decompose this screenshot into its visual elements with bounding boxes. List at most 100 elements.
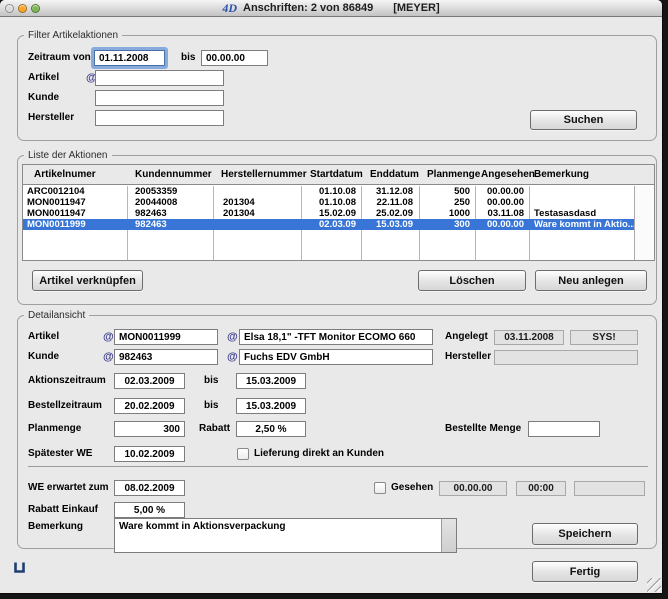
- zeitraum-von-input[interactable]: [94, 50, 165, 66]
- cell-artikelnumer: MON0011999: [23, 219, 127, 230]
- window-title: 4D Anschriften: 2 von 86849 [MEYER]: [0, 0, 662, 16]
- table-row[interactable]: MON0011947 20044008 201304 01.10.08 22.1…: [23, 197, 634, 208]
- detail-artikel-nr-input[interactable]: [114, 329, 218, 345]
- cell-bemerkung: [529, 186, 634, 197]
- bestellzeitraum-label: Bestellzeitraum: [28, 398, 102, 414]
- speichern-button[interactable]: Speichern: [532, 523, 638, 545]
- detail-hersteller-label: Hersteller: [445, 349, 491, 365]
- cell-kundennummer: 20053359: [127, 186, 213, 197]
- table-row[interactable]: MON0011947 982463 201304 15.02.09 25.02.…: [23, 208, 634, 219]
- column-header[interactable]: Artikelnumer: [34, 165, 96, 185]
- detail-section-label: Detailansicht: [24, 310, 89, 321]
- filter-kunde-input[interactable]: [95, 90, 224, 106]
- navigation-anchor-icon[interactable]: [12, 560, 27, 575]
- cell-startdatum: 01.10.08: [301, 186, 361, 197]
- list-section-label: Liste der Aktionen: [24, 150, 112, 161]
- bemerkung-textarea[interactable]: Ware kommt in Aktionsverpackung: [114, 518, 457, 553]
- cell-angesehen: 00.00.00: [475, 197, 529, 208]
- loeschen-button[interactable]: Löschen: [418, 270, 526, 291]
- column-header[interactable]: Bemerkung: [534, 165, 589, 185]
- rabatt-input[interactable]: [236, 421, 306, 437]
- bestellte-menge-input[interactable]: [528, 421, 600, 437]
- cell-kundennummer: 982463: [127, 219, 213, 230]
- cell-startdatum: 15.02.09: [301, 208, 361, 219]
- angelegt-date-field: 03.11.2008: [494, 330, 564, 345]
- cell-startdatum: 01.10.08: [301, 197, 361, 208]
- cell-planmenge: 500: [419, 186, 475, 197]
- cell-artikelnumer: ARC0012104: [23, 186, 127, 197]
- at-symbol: @: [103, 329, 114, 345]
- gesehen-checkbox[interactable]: [374, 482, 386, 494]
- artikel-verknuepfen-button[interactable]: Artikel verknüpfen: [32, 270, 143, 291]
- window-title-text: Anschriften: 2 von 86849: [243, 2, 373, 14]
- we-erwartet-input[interactable]: [114, 480, 185, 496]
- cell-planmenge: 300: [419, 219, 475, 230]
- filter-artikel-input[interactable]: [95, 70, 224, 86]
- 4d-logo-icon: 4D: [222, 1, 237, 16]
- spaetester-we-input[interactable]: [114, 446, 185, 462]
- bemerkung-scrollbar[interactable]: [441, 519, 456, 552]
- column-header[interactable]: Startdatum: [310, 165, 363, 185]
- table-body: ARC0012104 20053359 01.10.08 31.12.08 50…: [23, 186, 634, 260]
- gesehen-label: Gesehen: [391, 480, 433, 496]
- cell-herstellernummer: 201304: [213, 197, 301, 208]
- table-vertical-scrollbar[interactable]: [634, 186, 654, 260]
- angelegt-label: Angelegt: [445, 329, 488, 345]
- title-bar: 4D Anschriften: 2 von 86849 [MEYER]: [0, 0, 662, 17]
- cell-planmenge: 1000: [419, 208, 475, 219]
- app-window: 4D Anschriften: 2 von 86849 [MEYER] Filt…: [0, 0, 662, 593]
- aktionszeitraum-label: Aktionszeitraum: [28, 373, 106, 389]
- detail-artikel-name-input[interactable]: [239, 329, 433, 345]
- table-header: Artikelnumer Kundennummer Herstellernumm…: [23, 165, 654, 185]
- fertig-button[interactable]: Fertig: [532, 561, 638, 582]
- cell-angesehen: 00.00.00: [475, 219, 529, 230]
- lieferung-direkt-checkbox[interactable]: [237, 448, 249, 460]
- detail-kunde-nr-input[interactable]: [114, 349, 218, 365]
- aktionszeitraum-bis-input[interactable]: [236, 373, 306, 389]
- column-header[interactable]: Herstellernummer: [221, 165, 307, 185]
- gesehen-zeit-field: 00:00: [516, 481, 566, 496]
- planmenge-label: Planmenge: [28, 421, 81, 437]
- table-row-selected[interactable]: MON0011999 982463 02.03.09 15.03.09 300 …: [23, 219, 634, 230]
- table-row[interactable]: ARC0012104 20053359 01.10.08 31.12.08 50…: [23, 186, 634, 197]
- filter-hersteller-input[interactable]: [95, 110, 224, 126]
- filter-section-label: Filter Artikelaktionen: [24, 30, 122, 41]
- planmenge-input[interactable]: [114, 421, 185, 437]
- bestellzeitraum-von-input[interactable]: [114, 398, 185, 414]
- detail-kunde-name-input[interactable]: [239, 349, 433, 365]
- filter-hersteller-label: Hersteller: [28, 110, 74, 126]
- bis-label: bis: [204, 373, 218, 389]
- window-resize-grip[interactable]: [647, 578, 661, 592]
- we-erwartet-label: WE erwartet zum: [28, 480, 109, 496]
- detail-divider: [28, 466, 648, 467]
- zeitraum-bis-input[interactable]: [201, 50, 268, 66]
- bestellzeitraum-bis-input[interactable]: [236, 398, 306, 414]
- aktionszeitraum-von-input[interactable]: [114, 373, 185, 389]
- gesehen-user-field: [574, 481, 645, 496]
- neu-anlegen-button[interactable]: Neu anlegen: [535, 270, 647, 291]
- bestellte-menge-label: Bestellte Menge: [445, 421, 521, 437]
- filter-bis-label: bis: [181, 50, 195, 66]
- rabatt-einkauf-label: Rabatt Einkauf: [28, 502, 98, 518]
- bis-label: bis: [204, 398, 218, 414]
- column-header[interactable]: Enddatum: [370, 165, 419, 185]
- cell-artikelnumer: MON0011947: [23, 197, 127, 208]
- cell-kundennummer: 982463: [127, 208, 213, 219]
- column-header[interactable]: Kundennummer: [135, 165, 212, 185]
- aktionen-table: Artikelnumer Kundennummer Herstellernumm…: [22, 164, 655, 261]
- suchen-button[interactable]: Suchen: [530, 110, 637, 130]
- spaetester-we-label: Spätester WE: [28, 446, 92, 462]
- column-header[interactable]: Planmenge: [427, 165, 480, 185]
- cell-artikelnumer: MON0011947: [23, 208, 127, 219]
- filter-artikel-label: Artikel: [28, 70, 59, 86]
- angelegt-user-field: SYS!: [570, 330, 638, 345]
- rabatt-label: Rabatt: [199, 421, 230, 437]
- cell-herstellernummer: 201304: [213, 208, 301, 219]
- bemerkung-label: Bemerkung: [28, 519, 83, 535]
- zeitraum-von-label: Zeitraum von: [28, 50, 91, 66]
- rabatt-einkauf-input[interactable]: [114, 502, 185, 518]
- column-header[interactable]: Angesehen: [481, 165, 535, 185]
- cell-kundennummer: 20044008: [127, 197, 213, 208]
- at-symbol: @: [227, 349, 238, 365]
- cell-bemerkung: Testasasdasd: [529, 208, 634, 219]
